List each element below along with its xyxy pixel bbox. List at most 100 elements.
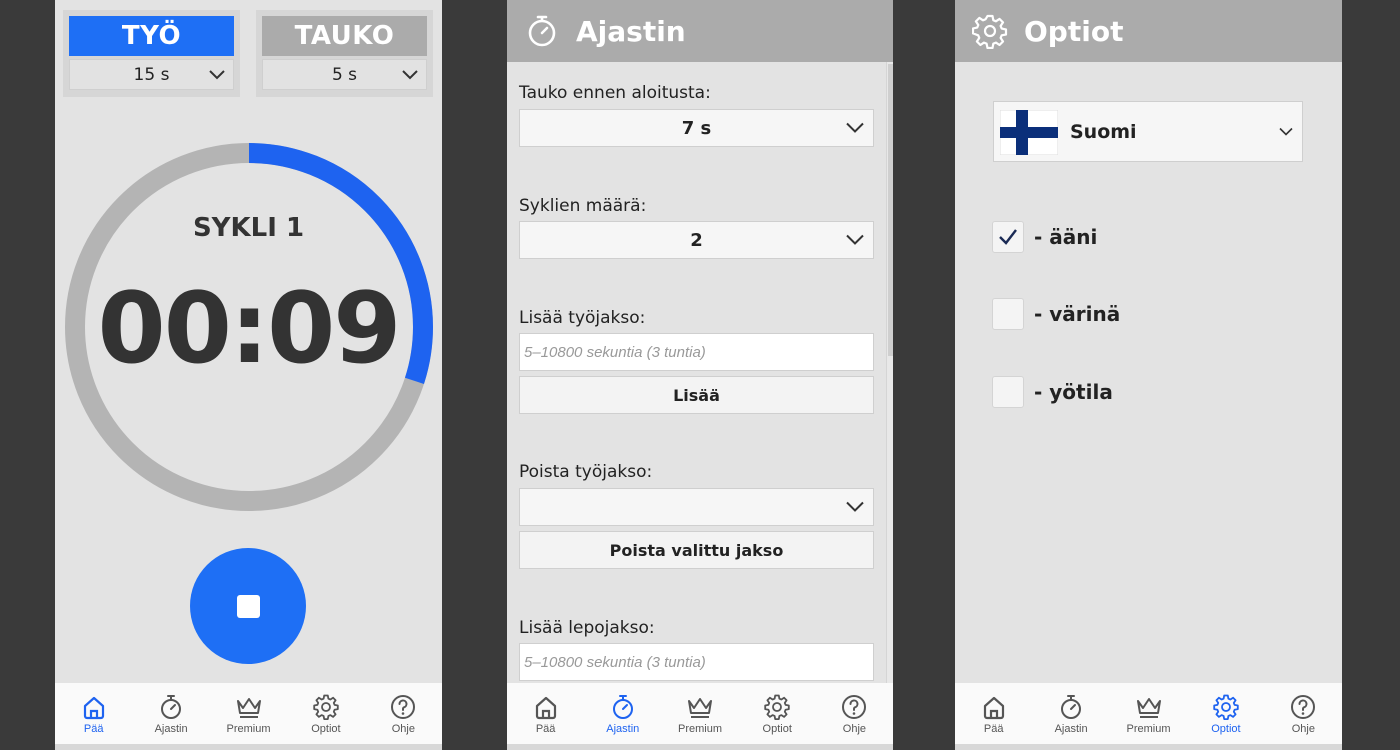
nav-label: Premium	[226, 723, 271, 735]
nav-item-gear[interactable]: Optiot	[1187, 683, 1264, 744]
work-duration-select[interactable]: 15 s	[69, 59, 234, 90]
remove-work-label: Poista työjakso:	[519, 462, 653, 482]
options-screen: Optiot Suomi - ääni - värinä - yötila Pä…	[955, 0, 1342, 750]
rest-mode-box: TAUKO 5 s	[256, 10, 433, 97]
nav-label: Premium	[678, 723, 723, 735]
bottom-nav: Pää Ajastin Premium Optiot Ohje	[955, 683, 1342, 744]
nav-label: Ohje	[1291, 723, 1315, 735]
stopwatch-icon	[612, 695, 633, 719]
gear-icon	[972, 14, 1008, 49]
add-work-input[interactable]	[519, 333, 874, 371]
gear-icon	[313, 694, 339, 720]
gear-icon	[1213, 694, 1239, 720]
chevron-down-icon	[1279, 127, 1293, 136]
work-duration-value: 15 s	[133, 64, 170, 85]
nav-item-home[interactable]: Pää	[507, 683, 584, 744]
stopwatch-icon	[528, 15, 556, 47]
options-header: Optiot	[955, 0, 1342, 62]
night-mode-label: - yötila	[1034, 380, 1113, 404]
finland-flag-icon	[1000, 110, 1058, 155]
nav-item-crown[interactable]: Premium	[1110, 683, 1187, 744]
cycle-count-label: Syklien määrä:	[519, 196, 647, 216]
language-value: Suomi	[1070, 120, 1137, 143]
bottom-nav: Pää Ajastin Premium Optiot Ohje	[507, 683, 893, 744]
nav-item-help[interactable]: Ohje	[816, 683, 893, 744]
nav-item-stopwatch[interactable]: Ajastin	[132, 683, 209, 744]
home-icon	[535, 696, 556, 720]
pause-before-start-value: 7 s	[681, 117, 712, 139]
sound-label: - ääni	[1034, 225, 1098, 249]
nav-item-crown[interactable]: Premium	[661, 683, 738, 744]
work-mode-box: TYÖ 15 s	[63, 10, 240, 97]
crown-icon	[1136, 698, 1161, 718]
page-title: Optiot	[1024, 14, 1124, 48]
timer-settings-screen: Ajastin Tauko ennen aloitusta: 7 s Sykli…	[507, 0, 893, 750]
stopwatch-icon	[161, 695, 182, 719]
night-mode-option[interactable]: - yötila	[992, 376, 1113, 408]
nav-item-stopwatch[interactable]: Ajastin	[1032, 683, 1109, 744]
chevron-down-icon	[209, 69, 225, 79]
nav-label: Optiot	[311, 723, 341, 735]
nav-label: Premium	[1126, 723, 1171, 735]
bottom-strip	[955, 744, 1342, 750]
chevron-down-icon	[402, 69, 418, 79]
sound-option[interactable]: - ääni	[992, 221, 1097, 253]
stop-icon	[237, 595, 260, 618]
nav-item-home[interactable]: Pää	[55, 683, 132, 744]
bottom-strip	[507, 744, 893, 750]
settings-header: Ajastin	[507, 0, 893, 62]
nav-label: Pää	[983, 723, 1004, 735]
gear-icon	[764, 694, 790, 720]
help-icon	[391, 695, 416, 719]
nav-item-home[interactable]: Pää	[955, 683, 1032, 744]
nav-item-stopwatch[interactable]: Ajastin	[584, 683, 661, 744]
nav-label: Optiot	[762, 723, 792, 735]
nav-item-gear[interactable]: Optiot	[287, 683, 364, 744]
scroll-thumb[interactable]	[888, 64, 893, 356]
checkmark-icon	[999, 229, 1017, 245]
stopwatch-icon	[1061, 695, 1082, 719]
home-icon	[83, 696, 104, 720]
remove-selected-button[interactable]: Poista valittu jakso	[519, 531, 874, 569]
crown-icon	[236, 698, 261, 718]
add-rest-input[interactable]	[519, 643, 874, 681]
main-screen: TYÖ 15 s TAUKO 5 s SYKLI 1 00:09 Pää Ajas…	[55, 0, 442, 750]
nav-label: Pää	[83, 723, 104, 735]
timer-display: 00:09	[97, 272, 402, 386]
pause-before-start-label: Tauko ennen aloitusta:	[519, 83, 711, 103]
scrollbar[interactable]	[886, 62, 893, 683]
rest-duration-value: 5 s	[331, 64, 358, 85]
nav-item-gear[interactable]: Optiot	[739, 683, 816, 744]
help-icon	[842, 695, 867, 719]
language-select[interactable]: Suomi	[993, 101, 1303, 162]
add-work-button[interactable]: Lisää	[519, 376, 874, 414]
sound-checkbox[interactable]	[992, 221, 1024, 253]
vibration-option[interactable]: - värinä	[992, 298, 1120, 330]
add-rest-label: Lisää lepojakso:	[519, 618, 655, 638]
cycle-label: SYKLI 1	[192, 213, 305, 243]
chevron-down-icon	[846, 501, 864, 512]
nav-label: Ajastin	[154, 723, 188, 735]
nav-item-help[interactable]: Ohje	[365, 683, 442, 744]
home-icon	[983, 696, 1004, 720]
cycle-count-select[interactable]: 2	[519, 221, 874, 259]
bottom-nav: Pää Ajastin Premium Optiot Ohje	[55, 683, 442, 744]
pause-before-start-select[interactable]: 7 s	[519, 109, 874, 147]
nav-item-crown[interactable]: Premium	[210, 683, 287, 744]
page-title: Ajastin	[576, 14, 686, 48]
add-work-label: Lisää työjakso:	[519, 308, 646, 328]
chevron-down-icon	[846, 234, 864, 245]
stop-button[interactable]	[190, 548, 306, 664]
nav-label: Ajastin	[606, 723, 640, 735]
nav-label: Ohje	[842, 723, 867, 735]
nav-item-help[interactable]: Ohje	[1265, 683, 1342, 744]
work-mode-button[interactable]: TYÖ	[69, 16, 234, 56]
rest-duration-select[interactable]: 5 s	[262, 59, 427, 90]
rest-mode-button[interactable]: TAUKO	[262, 16, 427, 56]
nav-label: Ohje	[391, 723, 415, 735]
nav-label: Optiot	[1211, 723, 1241, 735]
night-mode-checkbox[interactable]	[992, 376, 1024, 408]
vibration-checkbox[interactable]	[992, 298, 1024, 330]
vibration-label: - värinä	[1034, 302, 1121, 326]
remove-work-select[interactable]	[519, 488, 874, 526]
